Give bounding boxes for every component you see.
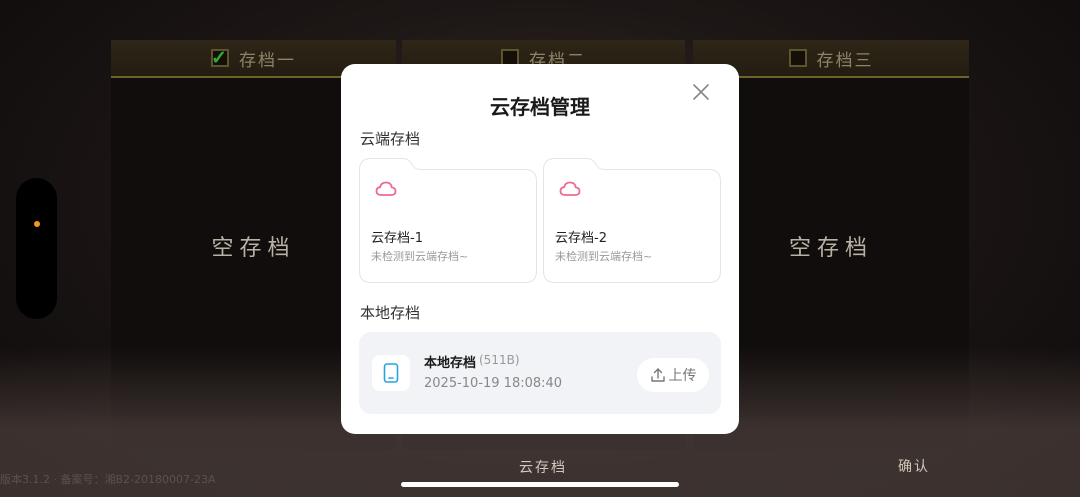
close-icon[interactable]: [693, 84, 709, 100]
cloud-icon: [375, 181, 397, 196]
device-icon-box: [372, 355, 410, 391]
cloud-section-label: 云端存档: [360, 130, 421, 148]
upload-label: 上传: [668, 368, 697, 384]
indicator-dot: [34, 221, 40, 227]
upload-icon: [650, 368, 665, 382]
cloud-save-2-name: 云存档-2: [555, 231, 607, 246]
cloud-save-dialog: 云存档管理 云端存档 云存档-1 未检测到云端存档~ 云存档-2 未检测到云端存…: [341, 64, 739, 434]
cloud-save-card-1[interactable]: 云存档-1 未检测到云端存档~: [359, 158, 537, 283]
cloud-save-2-status: 未检测到云端存档~: [555, 250, 653, 263]
cloud-save-1-status: 未检测到云端存档~: [371, 250, 469, 263]
save-slot-3-label: 存档三: [816, 50, 874, 71]
folder-shape: [543, 158, 721, 283]
save-slot-1-label: 存档一: [239, 50, 296, 71]
close-button[interactable]: [689, 80, 713, 104]
local-save-date: 2025-10-19 18:08:40: [424, 376, 563, 391]
cloud-icon: [559, 181, 581, 196]
local-save-card: 本地存档 (511B) 2025-10-19 18:08:40 上传: [359, 332, 721, 414]
side-handle[interactable]: [16, 178, 57, 319]
dialog-title: 云存档管理: [490, 95, 590, 119]
local-section-label: 本地存档: [360, 304, 421, 322]
checkbox-icon[interactable]: [788, 49, 807, 67]
local-save-name: 本地存档: [424, 356, 477, 371]
cloud-save-1-name: 云存档-1: [371, 231, 423, 246]
cloud-save-card-2[interactable]: 云存档-2 未检测到云端存档~: [543, 158, 721, 283]
cloud-save-button[interactable]: 云存档: [519, 457, 567, 477]
home-indicator[interactable]: [401, 482, 679, 487]
upload-button[interactable]: 上传: [637, 358, 709, 392]
phone-icon: [383, 363, 399, 383]
confirm-button[interactable]: 确认: [898, 456, 930, 476]
local-save-size: (511B): [479, 353, 520, 367]
version-footer: 版本3.1.2 · 备案号：湘B2-20180007-23A: [0, 473, 216, 486]
check-icon[interactable]: ✓: [211, 48, 229, 67]
folder-shape: [359, 158, 537, 283]
